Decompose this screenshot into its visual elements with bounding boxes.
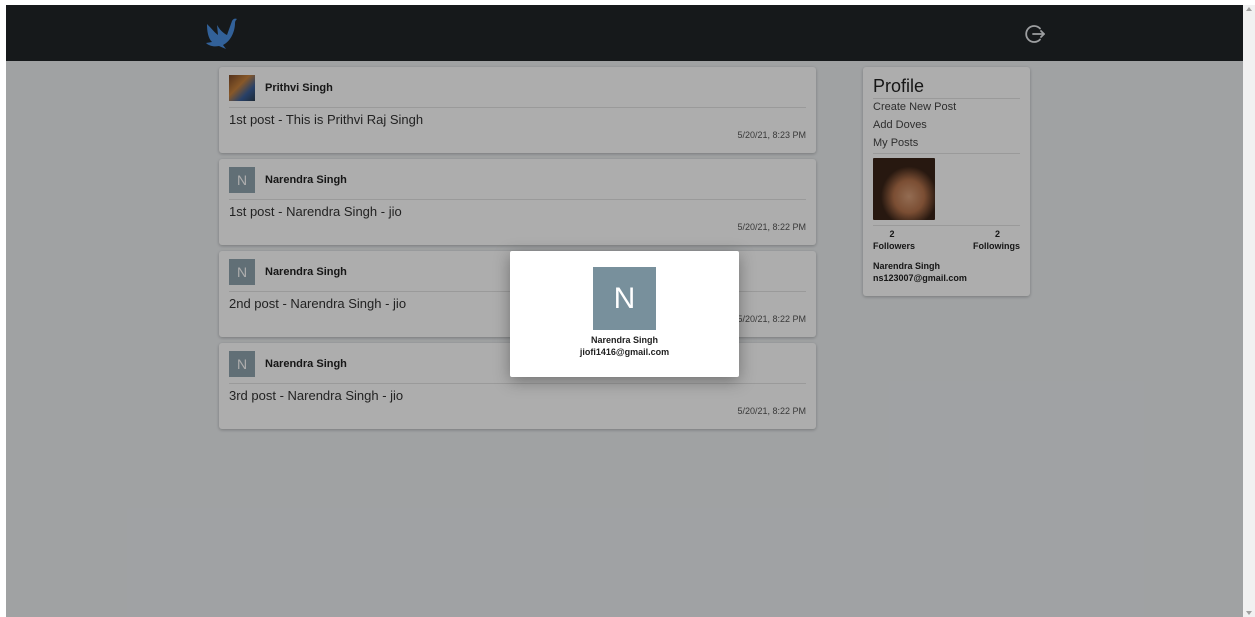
modal-user-email: jiofi1416@gmail.com [579,347,670,357]
user-info-modal: N Narendra Singh jiofi1416@gmail.com [510,251,739,377]
scrollbar[interactable] [1243,5,1255,617]
scroll-down-icon[interactable] [1246,611,1252,615]
scroll-up-icon[interactable] [1246,7,1252,11]
modal-user-name: Narendra Singh [590,335,658,345]
app-viewport: Prithvi Singh 1st post - This is Prithvi… [6,5,1243,617]
avatar: N [593,267,656,330]
